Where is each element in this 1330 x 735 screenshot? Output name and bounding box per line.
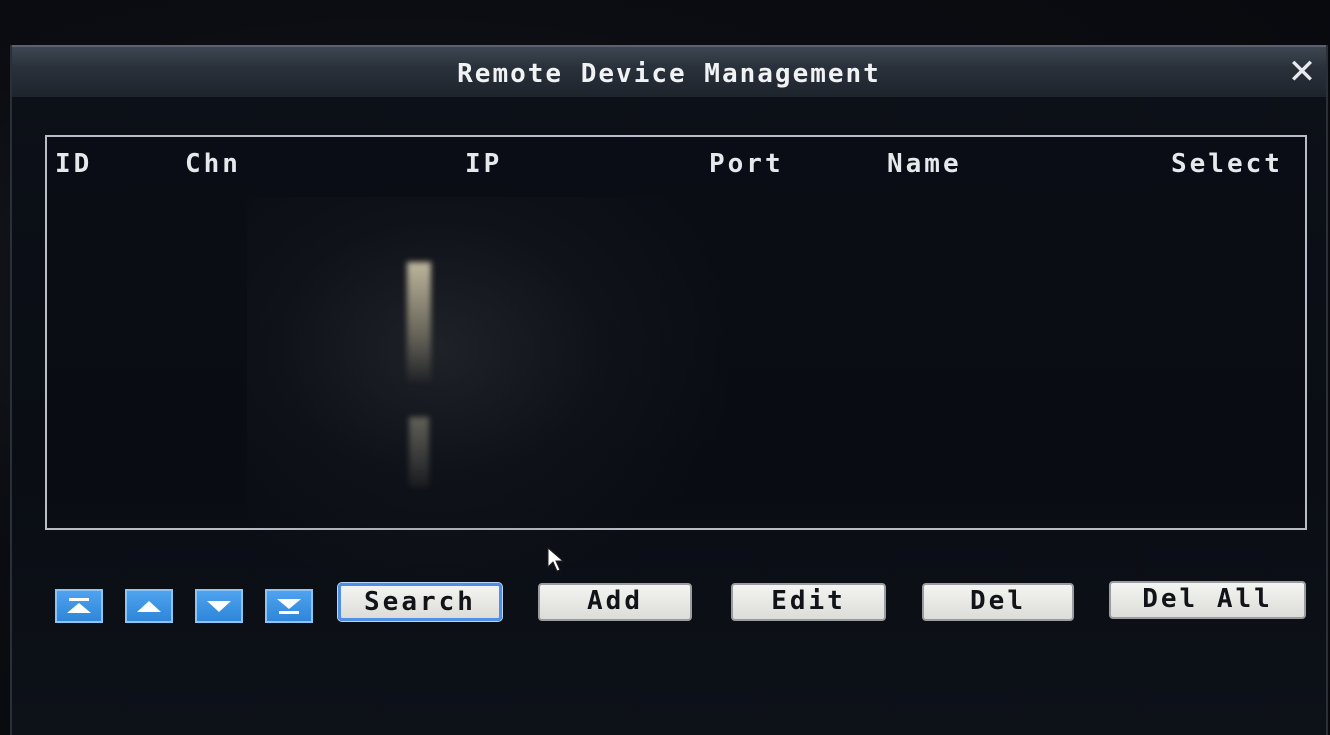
dialog-title: Remote Device Management bbox=[457, 59, 881, 89]
column-header-chn[interactable]: Chn bbox=[185, 149, 241, 179]
column-header-name[interactable]: Name bbox=[887, 149, 962, 179]
device-table: ID Chn IP Port Name Select bbox=[45, 135, 1307, 577]
last-page-button[interactable] bbox=[265, 589, 313, 623]
search-button[interactable]: Search bbox=[337, 582, 503, 622]
screen-reflection bbox=[247, 197, 727, 577]
add-button[interactable]: Add bbox=[538, 583, 692, 621]
column-header-ip[interactable]: IP bbox=[465, 149, 502, 179]
reflection-light bbox=[407, 262, 431, 382]
column-header-select[interactable]: Select bbox=[1171, 149, 1283, 179]
screen: Remote Device Management ✕ ID Chn IP Por… bbox=[0, 0, 1330, 735]
last-page-icon bbox=[277, 599, 301, 614]
first-page-icon bbox=[67, 598, 91, 613]
column-header-id[interactable]: ID bbox=[55, 149, 92, 179]
first-page-button[interactable] bbox=[55, 589, 103, 623]
del-all-button[interactable]: Del All bbox=[1109, 581, 1306, 619]
table-header: ID Chn IP Port Name Select bbox=[47, 149, 1305, 183]
edit-button[interactable]: Edit bbox=[731, 583, 886, 621]
reflection-light-lower bbox=[409, 417, 429, 487]
remote-device-management-dialog: Remote Device Management ✕ ID Chn IP Por… bbox=[10, 45, 1328, 735]
next-page-button[interactable] bbox=[195, 589, 243, 623]
mouse-pointer-icon bbox=[547, 547, 565, 572]
column-header-port[interactable]: Port bbox=[709, 149, 784, 179]
action-toolbar: Search Add Edit Del Del All bbox=[12, 575, 1326, 625]
next-page-icon bbox=[207, 601, 231, 612]
del-button[interactable]: Del bbox=[922, 583, 1074, 621]
close-icon[interactable]: ✕ bbox=[1286, 55, 1318, 89]
prev-page-icon bbox=[137, 601, 161, 612]
title-bar: Remote Device Management ✕ bbox=[12, 45, 1326, 97]
prev-page-button[interactable] bbox=[125, 589, 173, 623]
